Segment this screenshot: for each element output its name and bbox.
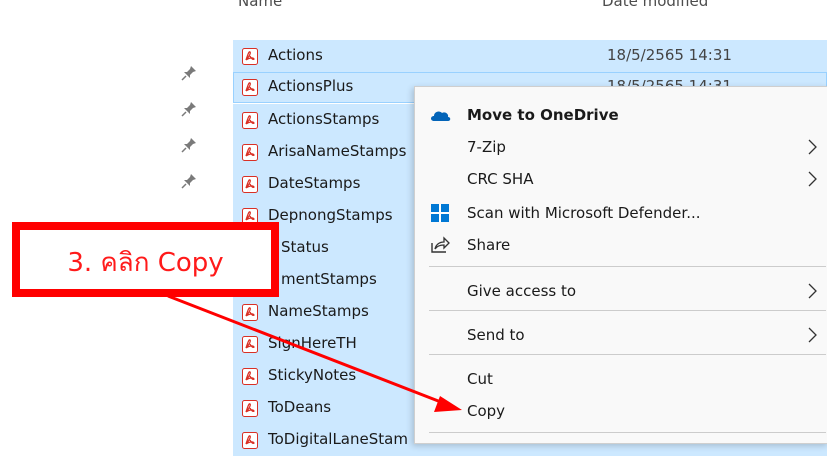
annotation-text: 3. คลิก Copy [67, 248, 224, 278]
annotation-arrow [167, 294, 462, 412]
annotation-callout: 3. คลิก Copy [12, 222, 279, 297]
